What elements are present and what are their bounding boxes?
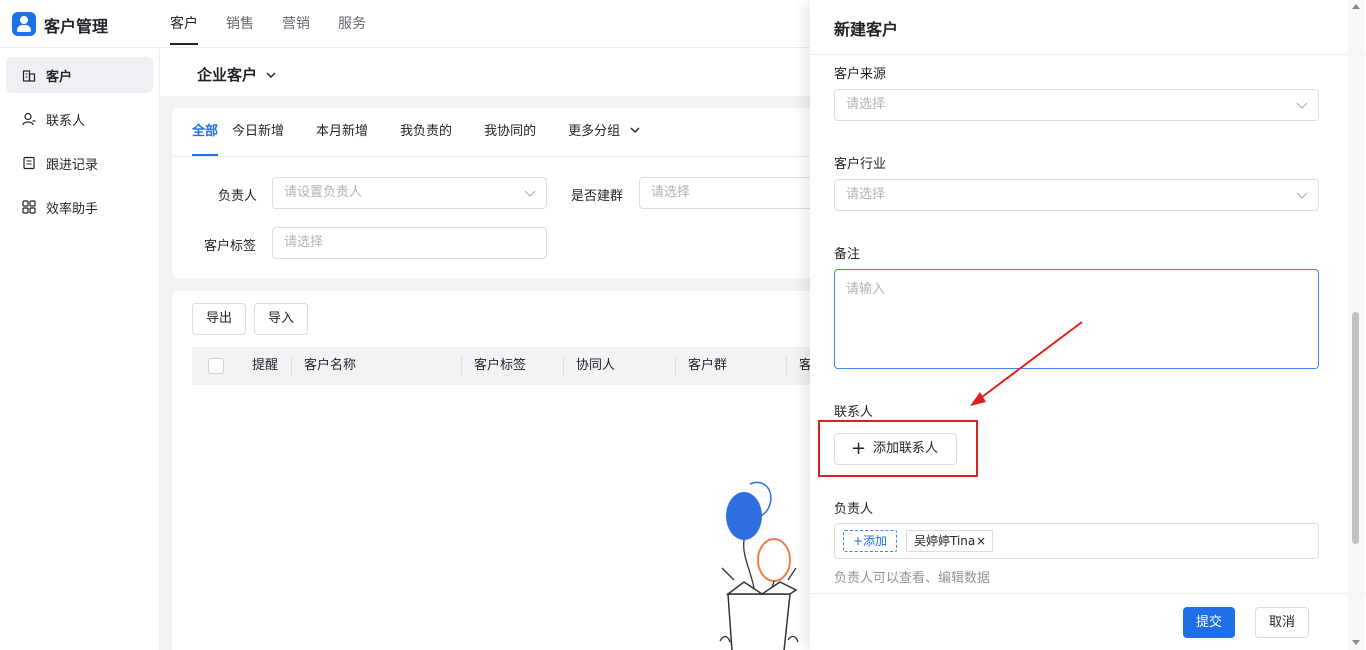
source-select[interactable]: 请选择: [834, 89, 1319, 121]
sidebar-item-efficiency[interactable]: 效率助手: [6, 189, 153, 225]
remark-label: 备注: [834, 247, 861, 262]
empty-state-balloon-icon: [719, 481, 799, 650]
add-owner-button[interactable]: +添加: [843, 530, 897, 552]
scroll-down-icon[interactable]: [1352, 640, 1360, 645]
filter-card: 全部 今日新增 本月新增 我负责的 我协同的 更多分组 负责人 请设置负责人 是…: [172, 108, 820, 278]
contact-icon: [22, 112, 36, 126]
col-customer-group: 客户群: [688, 358, 728, 373]
tag-filter-label: 客户标签: [204, 239, 257, 254]
topnav-marketing[interactable]: 营销: [282, 0, 310, 48]
col-reminder: 提醒: [252, 358, 279, 373]
remark-placeholder: 请输入: [846, 282, 886, 297]
chevron-down-icon: [630, 127, 640, 133]
col-divider: [675, 356, 676, 376]
tag-filter-select[interactable]: 请选择: [272, 227, 547, 259]
group-filter-select[interactable]: 请选择: [639, 177, 820, 209]
scroll-up-icon[interactable]: [1352, 4, 1360, 9]
col-customer-tag: 客户标签: [474, 358, 527, 373]
source-label: 客户来源: [834, 67, 887, 82]
close-icon[interactable]: ×: [976, 531, 986, 551]
topnav-sales[interactable]: 销售: [226, 0, 254, 48]
topnav-service[interactable]: 服务: [338, 0, 366, 48]
sidebar-item-customers[interactable]: 客户: [6, 57, 153, 93]
tab-all[interactable]: 全部: [192, 108, 219, 156]
group-filter-label: 是否建群: [571, 189, 624, 204]
col-divider: [461, 356, 462, 376]
col-collaborator: 协同人: [576, 358, 616, 373]
scroll-thumb[interactable]: [1352, 312, 1359, 544]
panel-scrollbar[interactable]: [1348, 0, 1364, 650]
group-tabs: 全部 今日新增 本月新增 我负责的 我协同的 更多分组: [192, 108, 672, 156]
app-logo-icon: [12, 12, 36, 36]
new-customer-panel: 新建客户 客户来源 请选择 客户行业 请选择 备注 请输入 联系人 + 添加联系…: [810, 0, 1366, 650]
col-divider: [291, 356, 292, 376]
tab-more-groups[interactable]: 更多分组: [568, 108, 640, 156]
sidebar-item-label: 效率助手: [46, 201, 99, 217]
chevron-down-icon: [1296, 192, 1308, 199]
cancel-button[interactable]: 取消: [1255, 607, 1309, 638]
contact-label: 联系人: [834, 405, 874, 420]
industry-placeholder: 请选择: [846, 187, 886, 202]
sidebar-item-contacts[interactable]: 联系人: [6, 101, 153, 137]
building-icon: [22, 70, 36, 82]
export-button[interactable]: 导出: [192, 303, 246, 335]
owner-hint: 负责人可以查看、编辑数据: [834, 571, 991, 586]
source-placeholder: 请选择: [846, 97, 886, 112]
tab-my-owned[interactable]: 我负责的: [400, 108, 452, 156]
top-nav: 客户 销售 营销 服务: [170, 0, 394, 48]
tab-my-collab[interactable]: 我协同的: [484, 108, 536, 156]
import-button[interactable]: 导入: [254, 303, 308, 335]
owner-label: 负责人: [834, 502, 874, 517]
main-header: 企业客户: [160, 48, 820, 96]
tab-month-new[interactable]: 本月新增: [316, 108, 368, 156]
tabs-divider: [172, 156, 820, 157]
owner-filter-label: 负责人: [218, 189, 258, 204]
annotation-highlight-box: [818, 420, 978, 477]
table-card: 导出 导入 提醒 客户名称 客户标签 协同人 客户群 客: [172, 291, 820, 650]
app-title: 客户管理: [44, 17, 109, 36]
industry-label: 客户行业: [834, 157, 887, 172]
apps-icon: [22, 200, 36, 214]
sidebar-item-label: 跟进记录: [46, 157, 99, 173]
owner-field[interactable]: +添加 吴婷婷Tina ×: [834, 523, 1319, 559]
table-header: 提醒 客户名称 客户标签 协同人 客户群 客: [192, 347, 820, 385]
page-title: 企业客户: [197, 66, 258, 84]
owner-tag-label: 吴婷婷Tina: [914, 534, 976, 548]
panel-footer-divider: [810, 593, 1366, 594]
panel-header-divider: [810, 54, 1366, 55]
tab-more-groups-label: 更多分组: [568, 124, 621, 139]
col-divider: [563, 356, 564, 376]
sidebar-item-label: 联系人: [46, 113, 86, 129]
col-customer-name: 客户名称: [304, 358, 357, 373]
chevron-down-icon: [266, 72, 276, 78]
remark-textarea[interactable]: 请输入: [834, 269, 1319, 369]
industry-select[interactable]: 请选择: [834, 179, 1319, 211]
record-icon: [23, 156, 35, 170]
customer-type-dropdown[interactable]: 企业客户: [197, 64, 276, 85]
topnav-customers[interactable]: 客户: [170, 0, 198, 48]
sidebar-item-label: 客户: [46, 69, 73, 85]
tag-filter-placeholder: 请选择: [284, 235, 324, 250]
submit-button[interactable]: 提交: [1183, 607, 1235, 638]
sidebar: 客户 联系人 跟进记录 效率助手: [0, 48, 160, 650]
sidebar-item-records[interactable]: 跟进记录: [6, 145, 153, 181]
owner-filter-placeholder: 请设置负责人: [284, 185, 363, 200]
select-all-checkbox[interactable]: [208, 358, 224, 374]
owner-filter-select[interactable]: 请设置负责人: [272, 177, 547, 209]
col-divider: [786, 356, 787, 376]
owner-tag: 吴婷婷Tina ×: [906, 530, 993, 552]
chevron-down-icon: [524, 190, 536, 197]
group-filter-placeholder: 请选择: [651, 185, 691, 200]
app-window: 客户管理 客户 销售 营销 服务 客户 联系人 跟进记录 效率助手 企业客户 全…: [0, 0, 1366, 650]
panel-title: 新建客户: [834, 20, 899, 39]
tab-today-new[interactable]: 今日新增: [232, 108, 284, 156]
chevron-down-icon: [1296, 102, 1308, 109]
main-content: 企业客户 全部 今日新增 本月新增 我负责的 我协同的 更多分组 负责人 请设置…: [160, 48, 820, 650]
